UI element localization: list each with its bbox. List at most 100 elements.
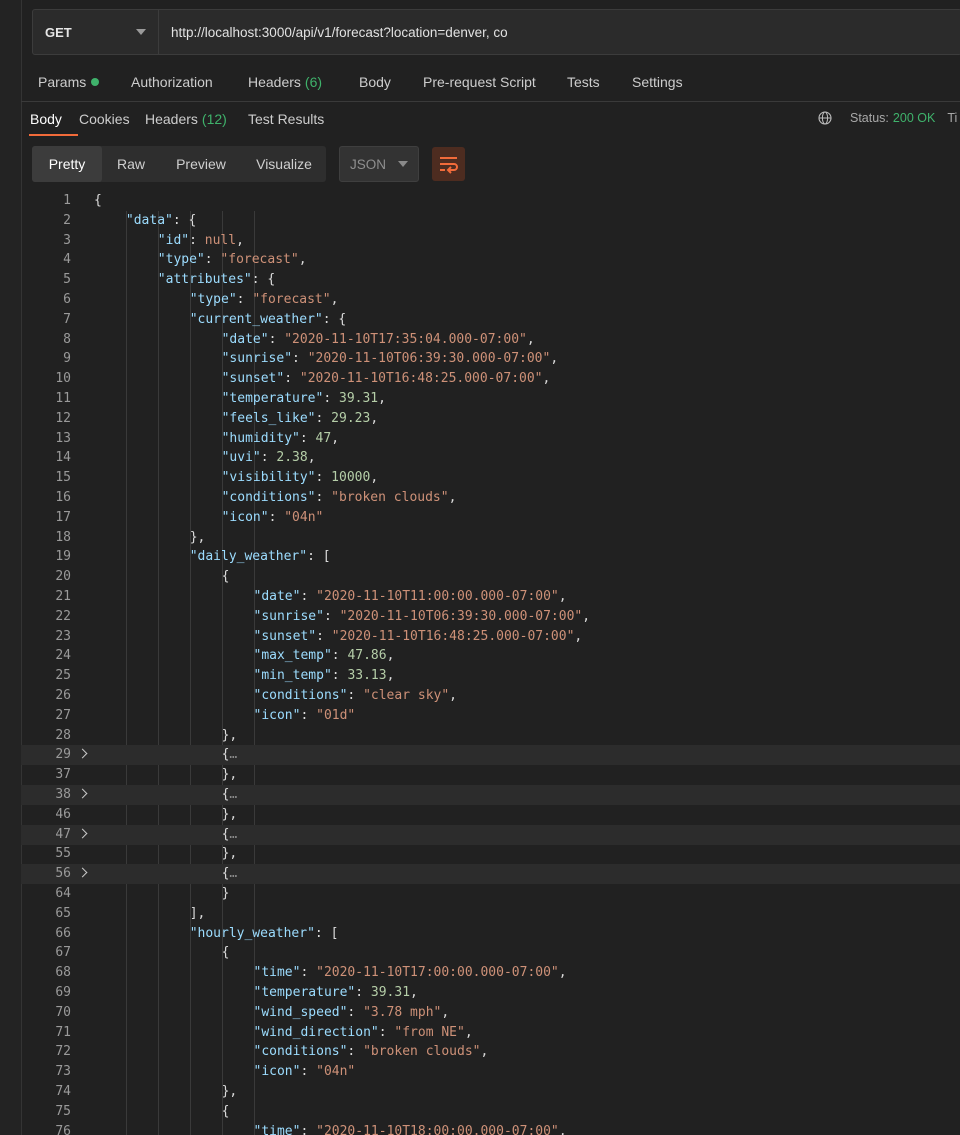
json-punct: :: [268, 331, 285, 347]
code-text: "sunset": "2020-11-10T16:48:25.000-07:00…: [222, 369, 551, 389]
code-line: 6 "type": "forecast",: [21, 290, 960, 310]
code-text: }: [222, 884, 230, 904]
code-text: {: [94, 191, 102, 211]
line-number: 25: [55, 668, 71, 684]
code-line: 14 "uvi": 2.38,: [21, 448, 960, 468]
globe-icon[interactable]: [818, 111, 832, 125]
tab-label: Authorization: [131, 74, 213, 90]
code-line: 11 "temperature": 39.31,: [21, 389, 960, 409]
code-line: 13 "humidity": 47,: [21, 429, 960, 449]
code-text: "wind_speed": "3.78 mph",: [254, 1003, 450, 1023]
json-punct: :: [260, 450, 277, 466]
tab-label: Headers: [145, 111, 198, 127]
method-select[interactable]: GET: [33, 10, 159, 54]
code-line: 55},: [21, 844, 960, 864]
json-key: "temperature": [221, 391, 324, 406]
code-text: "hourly_weather": [: [190, 924, 339, 944]
response-body-code[interactable]: 1{2 "data": {3 "id": null, 4 "type": "foreca…: [21, 191, 960, 1135]
json-string: "2020-11-10T18:00:00.000-07:00": [316, 1123, 559, 1135]
preview-button[interactable]: Preview: [160, 146, 242, 182]
code-text: "conditions": "clear sky",: [254, 686, 458, 706]
tab-label: Settings: [632, 74, 683, 90]
response-tab-test-results[interactable]: Test Results: [248, 111, 324, 127]
chevron-right-icon[interactable]: [77, 828, 88, 839]
wrap-lines-icon: [440, 157, 458, 174]
json-punct: :: [292, 351, 308, 367]
response-tab-cookies[interactable]: Cookies: [79, 111, 130, 127]
code-line: 46},: [21, 805, 960, 825]
json-punct: ,: [448, 490, 457, 505]
tab-pre-request-script[interactable]: Pre-request Script: [423, 74, 536, 90]
json-punct: ,: [550, 351, 559, 367]
tab-params[interactable]: Params: [38, 74, 100, 90]
code-line: 17 "icon": "04n": [21, 508, 960, 528]
line-number: 76: [55, 1123, 71, 1135]
line-number: 13: [55, 430, 71, 446]
json-number: 2.38: [276, 450, 308, 466]
json-punct: ,: [370, 470, 379, 486]
json-punct: :: [300, 589, 317, 604]
json-punct: ,: [298, 252, 307, 268]
tab-settings[interactable]: Settings: [632, 74, 683, 90]
code-text: "uvi": 2.38,: [222, 448, 316, 468]
json-punct: ,: [558, 1123, 567, 1135]
json-key: "type": [189, 292, 237, 307]
json-punct: : {: [322, 311, 347, 327]
json-key: "icon": [253, 1064, 301, 1080]
code-text: "temperature": 39.31,: [254, 983, 418, 1003]
code-text: "sunset": "2020-11-10T16:48:25.000-07:00…: [254, 627, 583, 647]
line-number: 18: [55, 529, 71, 545]
json-punct: :: [347, 1044, 364, 1060]
line-number: 69: [55, 985, 71, 1000]
chevron-right-icon[interactable]: [77, 867, 88, 878]
url-input[interactable]: http://localhost:3000/api/v1/forecast?lo…: [159, 10, 508, 54]
tab-body[interactable]: Body: [359, 74, 391, 90]
json-punct: }: [221, 886, 230, 901]
code-text: "max_temp": 47.86,: [254, 646, 395, 666]
code-text: "type": "forecast",: [158, 250, 307, 270]
response-tab-headers[interactable]: Headers (12): [145, 111, 227, 127]
json-punct: ,: [330, 292, 339, 307]
line-number: 19: [55, 549, 71, 565]
line-number: 73: [55, 1064, 71, 1080]
json-punct: ,: [331, 430, 340, 446]
code-line: 15 "visibility": 10000,: [21, 468, 960, 488]
wrap-lines-button[interactable]: [432, 147, 465, 181]
json-key: "sunrise": [221, 351, 293, 367]
json-number: 29.23: [331, 410, 371, 426]
format-select[interactable]: JSON: [339, 146, 419, 182]
tab-tests[interactable]: Tests: [567, 74, 600, 90]
line-number: 7: [63, 311, 71, 327]
visualize-button[interactable]: Visualize: [242, 146, 326, 182]
json-punct: : [: [314, 925, 339, 941]
pretty-button[interactable]: Pretty: [32, 146, 102, 182]
json-punct: ,: [582, 608, 591, 624]
chevron-right-icon[interactable]: [77, 788, 88, 799]
json-string: "3.78 mph": [363, 1004, 442, 1020]
code-line: 73 "icon": "04n": [21, 1062, 960, 1082]
tab-label: Body: [359, 74, 391, 90]
json-key: "time": [253, 965, 301, 981]
response-status: Status: 200 OK Ti: [850, 111, 957, 125]
raw-button[interactable]: Raw: [102, 146, 160, 182]
chevron-right-icon[interactable]: [77, 748, 88, 759]
request-bar: GET http://localhost:3000/api/v1/forecas…: [32, 9, 960, 55]
tab-headers[interactable]: Headers (6): [248, 74, 322, 90]
json-string: "broken clouds": [363, 1044, 481, 1060]
status-label: Status:: [850, 111, 889, 125]
chevron-down-icon: [398, 161, 408, 167]
json-punct: ,: [542, 371, 551, 387]
code-text: "attributes": {: [158, 270, 275, 290]
json-key: "hourly_weather": [189, 925, 315, 941]
line-number: 74: [55, 1084, 71, 1099]
tab-authorization[interactable]: Authorization: [131, 74, 213, 90]
json-string: "2020-11-10T11:00:00.000-07:00": [316, 589, 559, 604]
response-tab-body[interactable]: Body: [30, 111, 62, 127]
json-number: 47.86: [347, 648, 387, 664]
chevron-down-icon: [136, 29, 146, 35]
line-number: 66: [55, 925, 71, 941]
code-line: 1{: [21, 191, 960, 211]
code-line: 2 "data": {: [21, 211, 960, 231]
line-number: 24: [55, 648, 71, 664]
json-key: "icon": [221, 509, 269, 525]
